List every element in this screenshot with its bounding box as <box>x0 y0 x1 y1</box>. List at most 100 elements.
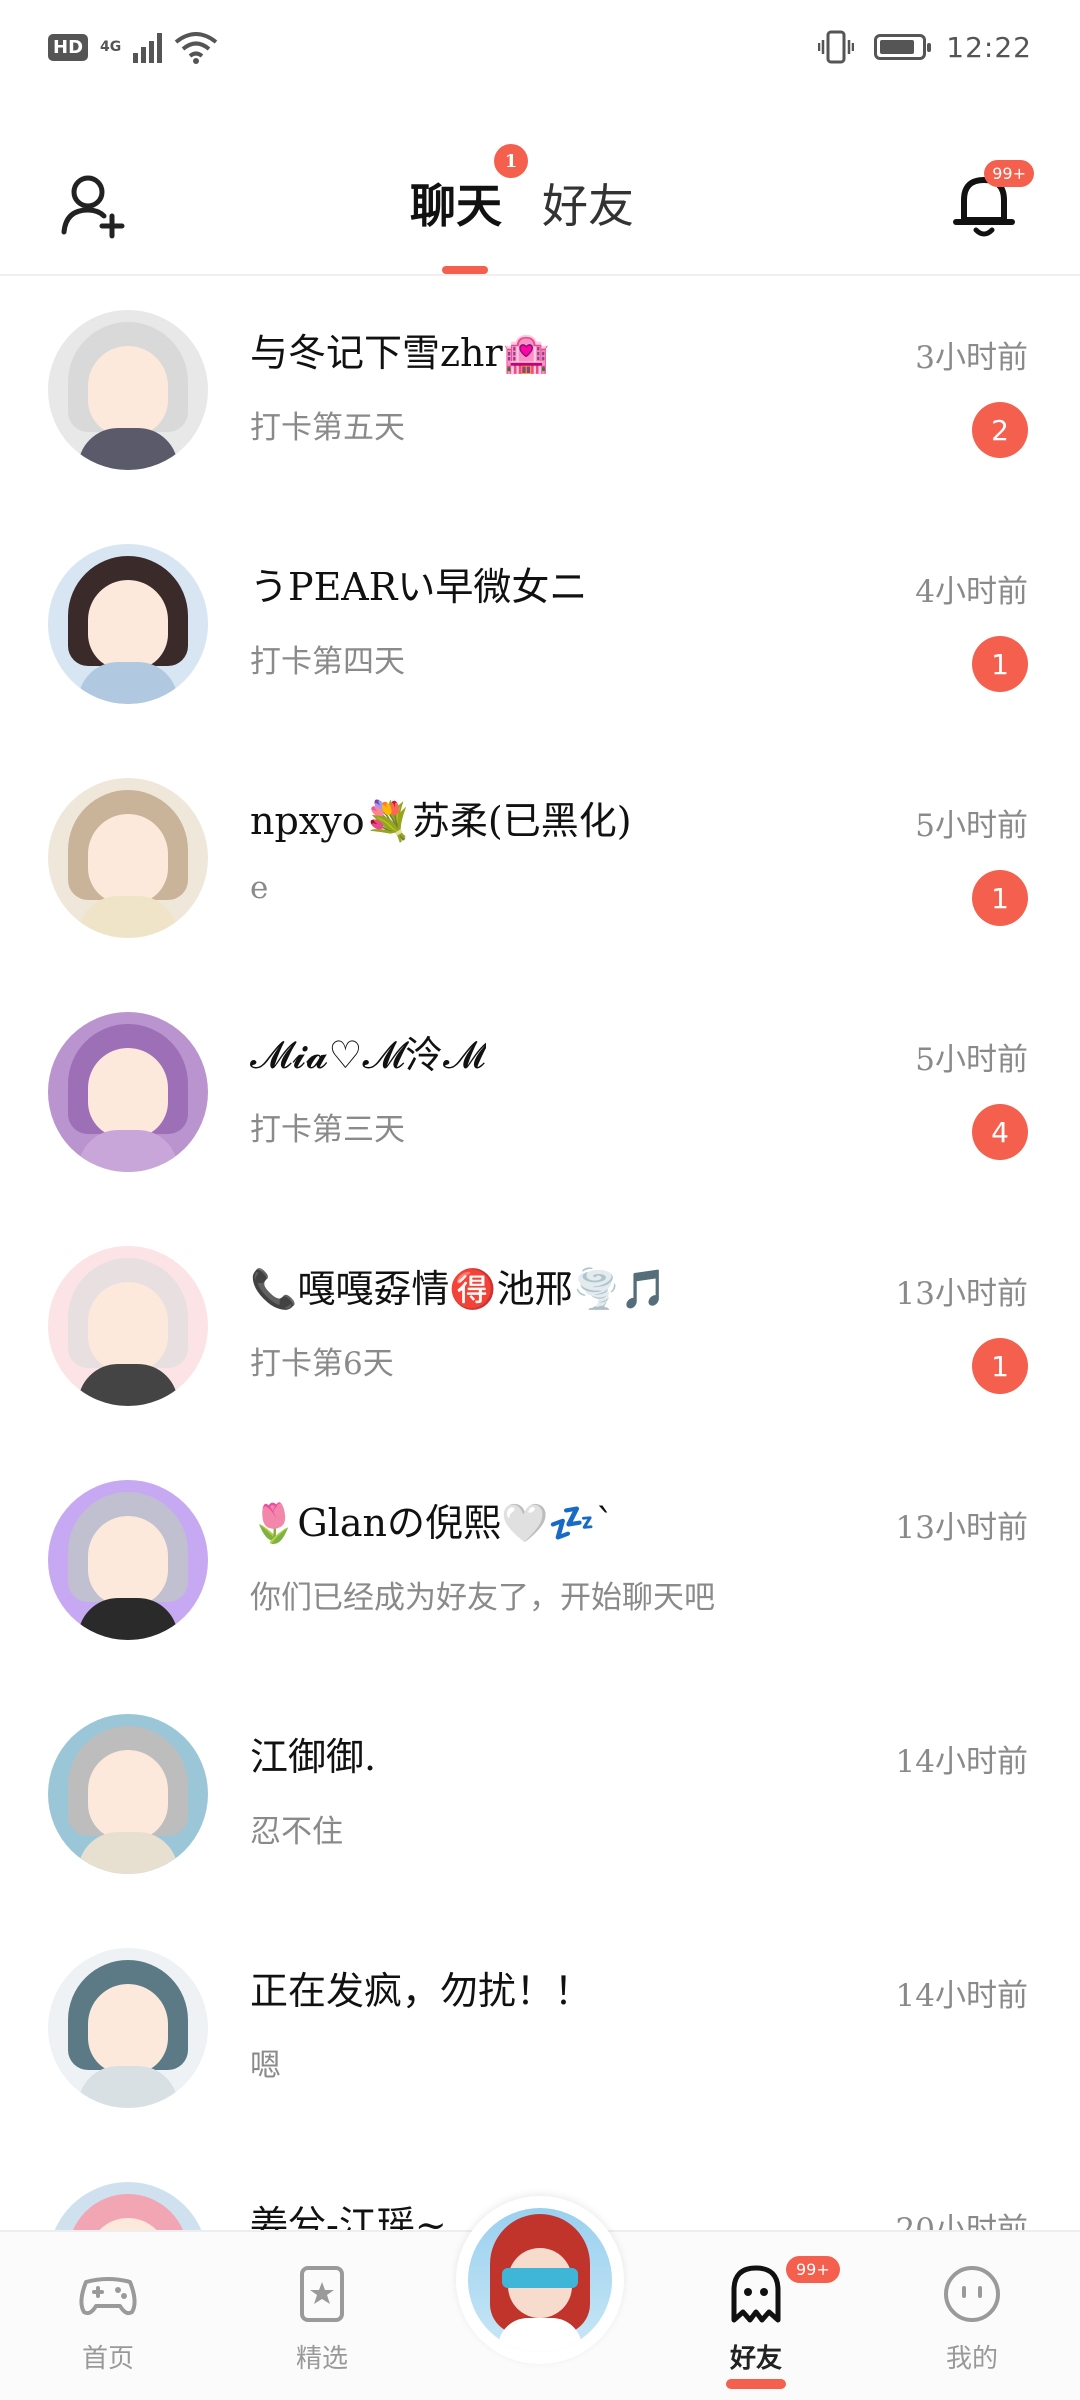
chat-timestamp: 5小时前 <box>915 1042 1028 1078</box>
avatar[interactable] <box>48 1246 208 1406</box>
network-type: 4G <box>100 39 122 55</box>
chat-preview: 你们已经成为好友了，开始聊天吧 <box>250 1580 715 1616</box>
avatar-body <box>78 2066 178 2108</box>
header-tabs: 聊天 1 好友 <box>410 144 634 236</box>
notification-button[interactable]: 99+ <box>948 160 1034 240</box>
nav-active-indicator <box>726 2379 786 2389</box>
chat-timestamp: 4小时前 <box>915 574 1028 610</box>
chat-name: 与冬记下雪zhr🏩 <box>250 331 550 375</box>
active-tab-indicator <box>442 266 488 274</box>
chat-timestamp: 13小时前 <box>895 1510 1028 1546</box>
avatar-body <box>78 428 178 470</box>
status-left: HD 4G <box>48 30 218 64</box>
gamepad-icon <box>79 2277 137 2316</box>
chat-timestamp: 3小时前 <box>915 340 1028 376</box>
star-card-icon <box>300 2266 344 2322</box>
unread-badge: 4 <box>972 1104 1028 1160</box>
avatar[interactable] <box>48 1714 208 1874</box>
clock: 12:22 <box>946 30 1032 64</box>
nav-friends[interactable]: 99+ 好友 <box>696 2256 840 2389</box>
chat-name: うPEARい早微女ニ <box>250 565 588 609</box>
nav-friends-label: 好友 <box>729 2344 782 2374</box>
avatar-body <box>78 1832 178 1874</box>
nav-home-label: 首页 <box>81 2344 134 2374</box>
chat-row[interactable]: 🌷Glanの倪熙🤍💤` 你们已经成为好友了，开始聊天吧 13小时前 <box>0 1480 1080 1714</box>
status-bar: HD 4G 12:22 <box>0 0 1080 100</box>
avatar-body <box>78 1598 178 1640</box>
notification-badge: 99+ <box>984 160 1034 187</box>
nav-me[interactable]: 我的 <box>912 2262 1032 2375</box>
avatar-face <box>88 1750 168 1840</box>
chat-name: npxyo💐苏柔(已黑化) <box>250 799 632 843</box>
chat-preview: 打卡第五天 <box>250 410 405 446</box>
chat-preview: 打卡第三天 <box>250 1112 405 1148</box>
chat-preview: 嗯 <box>250 2048 281 2084</box>
nav-home[interactable]: 首页 <box>48 2262 168 2375</box>
chat-preview: 忍不住 <box>250 1814 343 1850</box>
chat-preview: 打卡第6天 <box>250 1346 394 1382</box>
chat-name: 𝓜𝓲𝓪♡𝓜泠𝓜 <box>250 1033 486 1077</box>
top-header: 聊天 1 好友 99+ <box>0 140 1080 276</box>
tab-friends-label: 好友 <box>542 179 634 233</box>
avatar[interactable] <box>48 544 208 704</box>
status-right: 12:22 <box>818 30 1032 64</box>
chat-name: 正在发疯，勿扰！！ <box>250 1969 593 2013</box>
chat-preview: e <box>250 870 269 906</box>
center-avatar-image <box>468 2208 612 2352</box>
chat-preview: 打卡第四天 <box>250 644 405 680</box>
nav-friends-badge: 99+ <box>786 2256 840 2283</box>
avatar-face <box>88 1048 168 1138</box>
nav-featured[interactable]: 精选 <box>262 2262 382 2375</box>
ghost-icon <box>731 2265 781 2323</box>
avatar[interactable] <box>48 1480 208 1640</box>
unread-badge: 1 <box>972 636 1028 692</box>
add-friend-icon[interactable] <box>58 170 128 240</box>
chat-row[interactable]: 📞嘎嘎孬情🉐池邢🌪️🎵 打卡第6天 13小时前 1 <box>0 1246 1080 1480</box>
chat-row[interactable]: 𝓜𝓲𝓪♡𝓜泠𝓜 打卡第三天 5小时前 4 <box>0 1012 1080 1246</box>
center-avatar-button[interactable] <box>456 2196 624 2364</box>
avatar-face <box>88 1282 168 1372</box>
nav-featured-label: 精选 <box>295 2344 348 2374</box>
chat-row[interactable]: 正在发疯，勿扰！！ 嗯 14小时前 <box>0 1948 1080 2182</box>
chat-timestamp: 13小时前 <box>895 1276 1028 1312</box>
unread-badge: 1 <box>972 1338 1028 1394</box>
unread-badge: 2 <box>972 402 1028 458</box>
vibrate-icon <box>818 30 855 64</box>
avatar-body <box>78 1364 178 1406</box>
chat-name: 📞嘎嘎孬情🉐池邢🌪️🎵 <box>250 1267 668 1311</box>
avatar-body <box>78 896 178 938</box>
chat-row[interactable]: npxyo💐苏柔(已黑化) e 5小时前 1 <box>0 778 1080 1012</box>
chat-timestamp: 14小时前 <box>895 1978 1028 2014</box>
battery-fill <box>880 40 915 54</box>
avatar[interactable] <box>48 310 208 470</box>
avatar-face <box>88 814 168 904</box>
avatar-face <box>88 580 168 670</box>
tab-chat-badge: 1 <box>494 144 528 178</box>
tab-chat[interactable]: 聊天 1 <box>410 144 528 236</box>
face-icon <box>944 2266 1000 2322</box>
avatar[interactable] <box>48 1012 208 1172</box>
tab-friends[interactable]: 好友 <box>542 170 634 236</box>
chat-timestamp: 14小时前 <box>895 1744 1028 1780</box>
avatar-face <box>88 1516 168 1606</box>
avatar[interactable] <box>48 1948 208 2108</box>
chat-row[interactable]: うPEARい早微女ニ打卡第四天 4小时前 1 <box>0 544 1080 778</box>
unread-badge: 1 <box>972 870 1028 926</box>
hd-indicator: HD <box>48 33 89 61</box>
chat-row[interactable]: 与冬记下雪zhr🏩 打卡第五天 3小时前 2 <box>0 310 1080 544</box>
chat-row[interactable]: 江御御. 忍不住 14小时前 <box>0 1714 1080 1948</box>
chat-name: 🌷Glanの倪熙🤍💤` <box>250 1501 615 1545</box>
tab-chat-label: 聊天 <box>410 179 502 233</box>
avatar-body <box>78 1130 178 1172</box>
chat-timestamp: 5小时前 <box>915 808 1028 844</box>
battery-icon <box>874 34 932 60</box>
avatar-face <box>88 1984 168 2074</box>
signal-icon <box>133 31 163 63</box>
avatar-body <box>78 662 178 704</box>
avatar-face <box>88 346 168 436</box>
nav-me-label: 我的 <box>945 2344 998 2374</box>
wifi-icon <box>175 32 218 64</box>
avatar[interactable] <box>48 778 208 938</box>
chat-list: 与冬记下雪zhr🏩 打卡第五天 3小时前 2 うPEARい早微女ニ 打卡第四天 4小时前 1 n… <box>0 310 1080 2400</box>
chat-name: 江御御. <box>250 1735 377 1779</box>
